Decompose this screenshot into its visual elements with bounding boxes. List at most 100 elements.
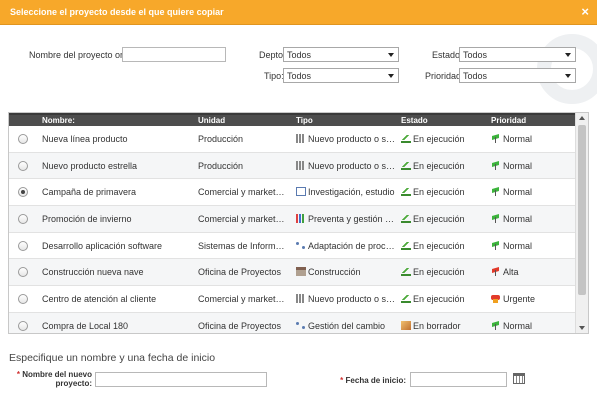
new-project-section-title: Especifique un nombre y una fecha de ini… [9,352,216,364]
cell-estado: En ejecución [401,241,481,251]
urgent-icon [491,294,501,304]
grid-rows: Nueva línea producto Producción Nuevo prod… [9,126,575,333]
flag-red-icon [491,267,501,277]
cell-prioridad: Normal [491,134,571,144]
edit-icon [296,187,306,197]
chart-up-icon [401,134,411,143]
column-header-nombre[interactable]: Nombre: [42,116,75,125]
cell-estado: En ejecución [401,267,481,277]
cell-estado: En borrador [401,320,481,331]
flag-green-icon [491,161,501,170]
grid-header: Nombre: Unidad Tipo Estado Prioridad [9,113,575,126]
cell-unidad: Oficina de Proyectos [198,267,282,278]
chart-up-icon [401,187,411,197]
cell-tipo: Investigación, estudio [296,187,396,197]
table-row[interactable]: Centro de atención al cliente Comercial y… [9,286,575,313]
cell-unidad: Sistemas de Información [198,240,286,251]
nombre-original-input[interactable] [122,47,226,62]
fecha-inicio-input[interactable] [410,372,507,387]
chart-up-icon [401,161,411,170]
estado-select[interactable]: Todos [459,47,576,62]
cell-estado: En ejecución [401,187,481,197]
flow-icon [296,241,306,250]
row-radio[interactable] [18,187,28,198]
cell-unidad: Producción [198,160,244,171]
chevron-down-icon [565,74,571,78]
table-row[interactable]: Desarrollo aplicación software Sistemas d… [9,233,575,260]
cell-unidad: Comercial y marketing [198,214,286,225]
table-row[interactable]: Campaña de primavera Comercial y marketin… [9,179,575,207]
cell-unidad: Producción [198,134,244,144]
row-radio[interactable] [18,320,28,331]
cell-estado: En ejecución [401,134,481,144]
flag-green-icon [491,321,501,330]
depto-select[interactable]: Todos [283,47,399,62]
cell-nombre: Desarrollo aplicación software [42,240,163,251]
table-row[interactable]: Nueva línea producto Producción Nuevo prod… [9,126,575,153]
cell-prioridad: Urgente [491,294,571,304]
build-icon [296,267,306,277]
cell-prioridad: Normal [491,161,571,171]
cell-tipo: Preventa y gestión comercial [296,214,396,224]
cell-nombre: Campaña de primavera [42,187,137,198]
cell-tipo: Construcción [296,267,396,277]
table-row[interactable]: Construcción nueva nave Oficina de Proyec… [9,259,575,287]
column-header-tipo[interactable]: Tipo [296,116,313,125]
cell-estado: En ejecución [401,161,481,171]
tipo-label: Tipo: [264,71,284,81]
watermark-logo [507,26,597,106]
chart-up-icon [401,294,411,304]
row-radio[interactable] [18,214,28,225]
row-radio[interactable] [18,294,28,305]
table-row[interactable]: Promoción de invierno Comercial y marketi… [9,206,575,233]
projects-grid: Nombre: Unidad Tipo Estado Prioridad Nue… [8,112,589,334]
chart-icon [296,214,306,224]
cell-unidad: Comercial y marketing [198,294,286,305]
bar-icon [296,134,306,143]
tipo-select[interactable]: Todos [283,68,399,83]
table-row[interactable]: Compra de Local 180 Oficina de Proyectos G… [9,312,575,333]
cell-prioridad: Normal [491,321,571,331]
cell-nombre: Nueva línea producto [42,134,128,144]
cell-tipo: Nuevo producto o servicio [296,160,396,171]
column-header-estado[interactable]: Estado [401,116,428,125]
estado-label: Estado: [432,50,463,60]
dialog-title: Seleccione el proyecto desde el que quie… [10,7,224,17]
flow-icon [296,321,306,330]
cell-nombre: Compra de Local 180 [42,320,129,331]
cell-tipo: Nuevo producto o servicio [296,134,396,144]
cell-estado: En ejecución [401,294,481,304]
table-row[interactable]: Nuevo producto estrella Producción Nuevo p… [9,152,575,180]
flag-green-icon [491,134,501,143]
row-radio[interactable] [18,240,28,251]
chevron-down-icon [388,53,394,57]
grid-scrollbar[interactable] [575,113,588,333]
flag-green-icon [491,241,501,250]
scroll-thumb[interactable] [578,125,586,295]
column-header-unidad[interactable]: Unidad [198,116,225,125]
bar-icon [296,160,306,170]
row-radio[interactable] [18,134,28,144]
nuevo-nombre-label: * Nombre del nuevo proyecto: [16,370,92,388]
cell-prioridad: Normal [491,187,571,197]
chevron-down-icon [565,53,571,57]
cell-prioridad: Normal [491,214,571,224]
prioridad-select[interactable]: Todos [459,68,576,83]
cell-unidad: Oficina de Proyectos [198,320,282,331]
cell-tipo: Adaptación de procesos [296,241,396,251]
cell-tipo: Gestión del cambio [296,321,396,331]
column-header-prioridad[interactable]: Prioridad [491,116,526,125]
close-icon[interactable]: × [581,5,589,19]
nuevo-nombre-input[interactable] [95,372,267,387]
cell-nombre: Nuevo producto estrella [42,160,138,171]
chart-up-icon [401,241,411,250]
scroll-up-icon[interactable] [579,116,585,120]
row-radio[interactable] [18,267,28,278]
scroll-down-icon[interactable] [579,326,585,330]
fecha-inicio-label: * Fecha de inicio: [340,376,406,385]
row-radio[interactable] [18,160,28,171]
calendar-icon[interactable] [513,373,525,384]
prioridad-label: Prioridad: [425,71,464,81]
required-mark: * [340,376,344,385]
cell-nombre: Centro de atención al cliente [42,294,157,305]
